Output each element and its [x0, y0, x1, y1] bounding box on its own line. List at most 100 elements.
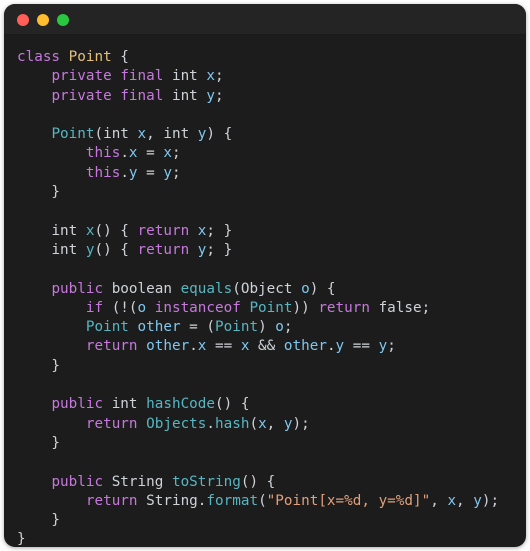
code-line: }	[17, 183, 526, 202]
code-token: ,	[266, 415, 284, 432]
code-token: x	[128, 145, 138, 162]
code-token: ==	[344, 338, 379, 355]
code-token: equals	[180, 280, 233, 297]
code-line: }	[17, 530, 526, 547]
code-token: o	[137, 299, 147, 316]
code-token: ;	[171, 145, 181, 162]
code-token: ;	[387, 338, 396, 355]
code-editor[interactable]: class Point { private final int x; priva…	[4, 35, 526, 547]
code-token: }	[17, 357, 61, 374]
code-token: instanceof	[154, 299, 241, 316]
code-token: Point	[68, 49, 112, 65]
code-window: class Point { private final int x; priva…	[4, 4, 526, 547]
code-token: y	[335, 338, 345, 355]
code-token: public	[51, 396, 104, 413]
code-line: return String.format("Point[x=%d, y=%d]"…	[17, 492, 526, 511]
code-token: o	[275, 319, 284, 336]
code-token: o	[301, 280, 310, 297]
code-token: ,	[430, 492, 448, 509]
code-token: final	[120, 87, 164, 104]
code-token: ))	[292, 299, 319, 316]
code-token: y	[163, 164, 172, 181]
code-token: format	[206, 492, 259, 509]
code-token: ) {	[206, 126, 233, 143]
code-line: Point(int x, int y) {	[17, 125, 526, 144]
code-line: }	[17, 434, 526, 453]
code-token: "Point[x=%d, y=%d]"	[266, 492, 431, 509]
code-token: this	[85, 145, 121, 162]
code-token: ;	[421, 299, 431, 316]
code-line: return other.x == x && other.y == y;	[17, 337, 526, 356]
code-line: private final int x;	[17, 67, 526, 86]
code-token: ==	[206, 338, 241, 355]
code-token: String	[111, 473, 164, 490]
code-token: this	[85, 164, 121, 181]
code-token: = (	[180, 319, 216, 336]
code-token: hashCode	[146, 396, 216, 413]
code-token: );	[292, 415, 310, 432]
code-token: }	[17, 434, 61, 451]
code-token: x	[447, 492, 457, 509]
code-token: ;	[171, 164, 181, 181]
code-token: );	[481, 492, 500, 509]
code-token: Objects	[146, 415, 207, 432]
code-line: this.y = y;	[17, 164, 526, 183]
code-token: if	[85, 299, 104, 316]
code-token: return	[137, 222, 190, 239]
code-token: int	[51, 241, 78, 258]
code-token: boolean	[111, 280, 172, 297]
code-token: }	[17, 531, 26, 547]
code-token: y	[473, 492, 482, 509]
code-token: ,	[456, 492, 474, 509]
close-button[interactable]	[17, 13, 29, 26]
code-line: }	[17, 357, 526, 376]
code-token: ) {	[309, 280, 336, 297]
code-token: Point	[51, 126, 95, 143]
code-token: () {	[215, 396, 250, 413]
code-token: private	[51, 87, 112, 104]
code-line: public String toString() {	[17, 473, 526, 492]
code-token: false	[378, 299, 422, 316]
code-token: (	[258, 492, 267, 509]
code-token: y	[283, 415, 293, 432]
code-token: int	[171, 68, 198, 85]
code-token: ;	[215, 68, 224, 85]
code-token: .	[189, 338, 198, 355]
code-token: &&	[249, 338, 284, 355]
code-token: x	[137, 126, 147, 143]
code-token: ;	[215, 87, 224, 104]
code-line: Point other = (Point) o;	[17, 318, 526, 337]
minimize-button[interactable]	[37, 13, 49, 26]
code-token: .	[326, 338, 336, 355]
code-token: ;	[283, 319, 293, 336]
maximize-button[interactable]	[57, 13, 69, 26]
window-titlebar[interactable]	[4, 4, 526, 35]
code-token: other	[146, 338, 190, 355]
code-token: y	[128, 164, 138, 181]
code-token: () {	[94, 222, 138, 239]
